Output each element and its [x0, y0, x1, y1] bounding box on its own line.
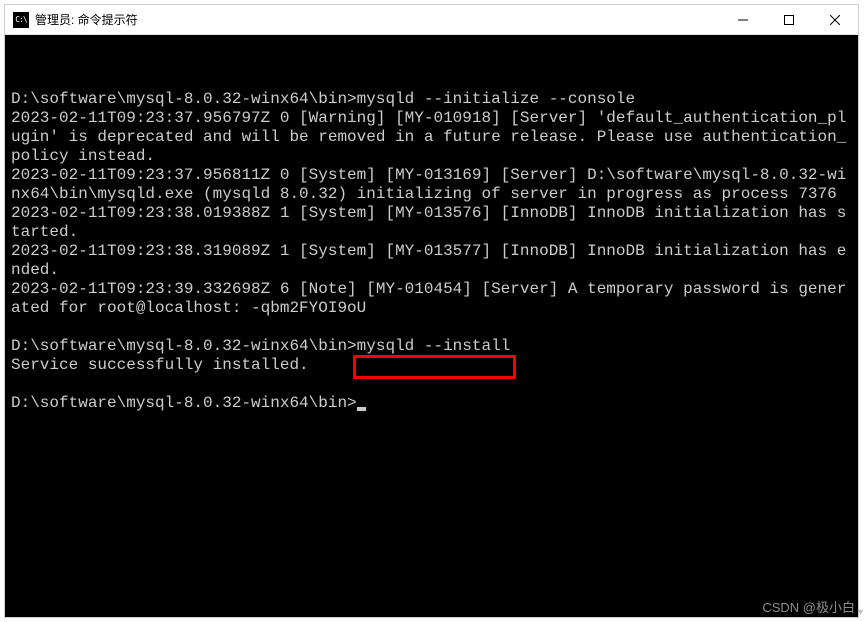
- close-button[interactable]: [812, 5, 858, 34]
- output-line: 2023-02-11T09:23:37.956797Z 0 [Warning] …: [11, 109, 852, 166]
- output-line: Service successfully installed.: [11, 356, 852, 375]
- window-title: 管理员: 命令提示符: [35, 11, 720, 28]
- prompt-path: D:\software\mysql-8.0.32-winx64\bin>: [11, 337, 357, 355]
- command-text: mysqld --initialize --console: [357, 90, 635, 108]
- watermark-text: CSDN @极小白: [762, 597, 855, 616]
- terminal-output[interactable]: D:\software\mysql-8.0.32-winx64\bin>mysq…: [5, 35, 858, 617]
- scroll-indicator-icon: ▾: [858, 607, 863, 618]
- command-text: mysqld --install: [357, 337, 511, 355]
- prompt-line: D:\software\mysql-8.0.32-winx64\bin>mysq…: [11, 90, 852, 109]
- prompt-path: D:\software\mysql-8.0.32-winx64\bin>: [11, 394, 357, 412]
- command-prompt-window: C:\ 管理员: 命令提示符 D:\software\mysql-8.0.32-…: [4, 4, 859, 618]
- output-line: 2023-02-11T09:23:38.319089Z 1 [System] […: [11, 242, 852, 280]
- output-line: 2023-02-11T09:23:38.019388Z 1 [System] […: [11, 204, 852, 242]
- output-line: 2023-02-11T09:23:39.332698Z 6 [Note] [MY…: [11, 280, 852, 318]
- output-line: 2023-02-11T09:23:37.956811Z 0 [System] […: [11, 166, 852, 204]
- prompt-path: D:\software\mysql-8.0.32-winx64\bin>: [11, 90, 357, 108]
- minimize-button[interactable]: [720, 5, 766, 34]
- prompt-line: D:\software\mysql-8.0.32-winx64\bin>: [11, 394, 852, 413]
- titlebar: C:\ 管理员: 命令提示符: [5, 5, 858, 35]
- cursor: [357, 407, 366, 411]
- maximize-button[interactable]: [766, 5, 812, 34]
- window-controls: [720, 5, 858, 34]
- prompt-line: D:\software\mysql-8.0.32-winx64\bin>mysq…: [11, 337, 852, 356]
- cmd-icon: C:\: [13, 12, 29, 28]
